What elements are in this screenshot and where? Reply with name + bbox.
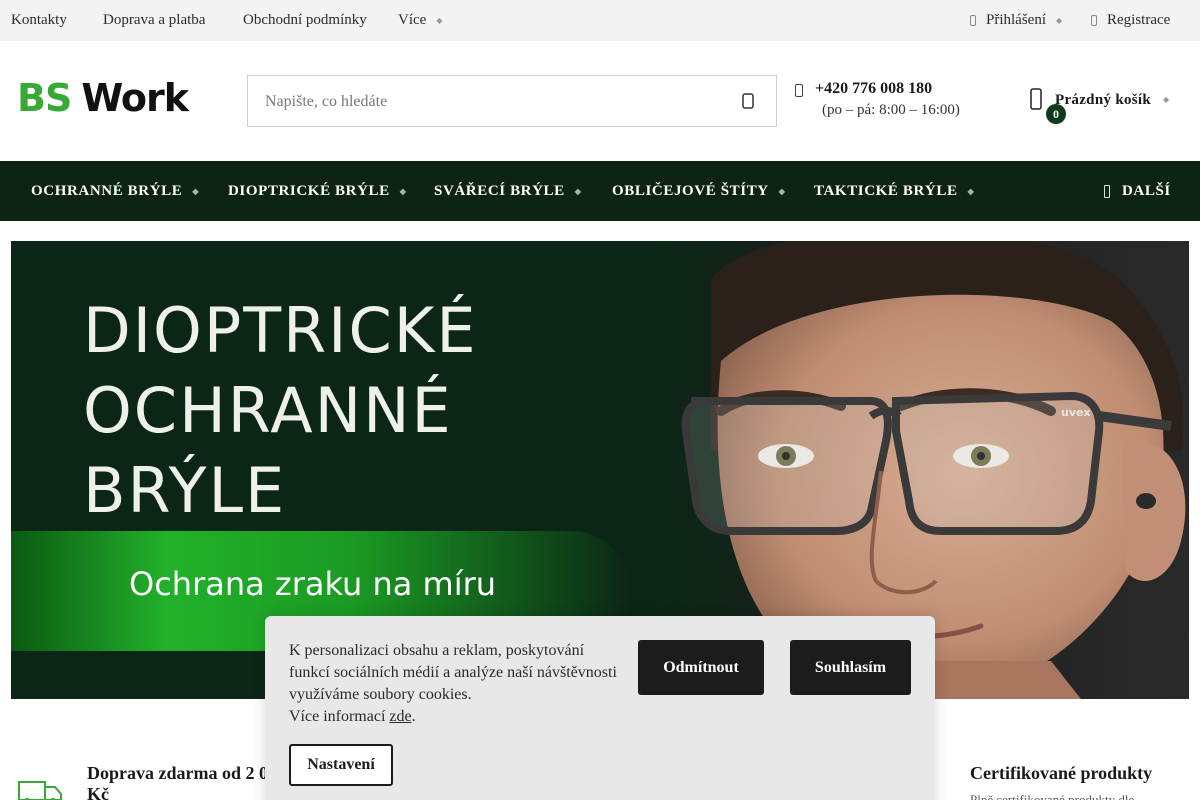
nav-item-oblicejove-stity[interactable]: OBLIČEJOVÉ ŠTÍTY ◆ [612,161,786,221]
nav-item-label: TAKTICKÉ BRÝLE [814,183,958,199]
topbar-link-podminky[interactable]: Obchodní podmínky [243,0,367,41]
glasses-brand-label: uvex [1061,406,1091,419]
cart-label[interactable]: Prázdný košík [1055,92,1151,109]
chevron-down-icon: ◆ [778,186,786,196]
logo-bs: BS [17,76,72,120]
chevron-down-icon: ◆ [436,16,443,26]
cookie-settings-button[interactable]: Nastavení [289,744,393,786]
register-link[interactable]: Registrace [1091,0,1170,41]
cookie-text-block: K personalizaci obsahu a reklam, poskyto… [289,642,617,725]
phone-icon [795,84,803,97]
chevron-down-icon: ◆ [967,186,975,196]
chevron-down-icon: ◆ [399,186,407,196]
nav-item-takticke-bryle[interactable]: TAKTICKÉ BRÝLE ◆ [814,161,974,221]
nav-item-dioptricke-bryle[interactable]: DIOPTRICKÉ BRÝLE ◆ [228,161,406,221]
nav-item-label: DIOPTRICKÉ BRÝLE [228,183,390,199]
chevron-down-icon: ◆ [192,186,200,196]
banner-subtitle: Ochrana zraku na míru [129,565,497,603]
delivery-truck-icon [17,776,63,800]
topbar-more-menu[interactable]: Více ◆ [398,0,442,41]
cookie-text: K personalizaci obsahu a reklam, poskyto… [289,642,617,703]
nav-item-label: SVÁŘECÍ BRÝLE [434,183,565,199]
nav-item-label: OBLIČEJOVÉ ŠTÍTY [612,183,769,199]
phone-number[interactable]: +420 776 008 180 [815,80,932,98]
cookie-consent-bar: K personalizaci obsahu a reklam, poskyto… [265,616,935,800]
cookie-more-info-link[interactable]: zde [389,708,411,725]
top-bar: Kontakty Doprava a platba Obchodní podmí… [0,0,1200,41]
cart-icon[interactable] [1030,88,1042,110]
nav-more-label: DALŠÍ [1122,183,1171,199]
topbar-more-label: Více [398,12,427,28]
login-label: Přihlášení [986,12,1046,28]
benefit-free-shipping: Doprava zdarma od 2 000 Kč [87,763,286,800]
nav-item-svareci-bryle[interactable]: SVÁŘECÍ BRÝLE ◆ [434,161,582,221]
opening-hours: (po – pá: 8:00 – 16:00) [822,102,960,118]
user-icon [970,15,976,27]
chevron-down-icon: ◆ [1056,16,1063,26]
chevron-down-icon: ◆ [1163,95,1170,104]
benefit-certified-description: Plně certifikované produkty dle [970,792,1135,800]
register-icon [1091,15,1097,27]
logo-work: Work [81,76,189,120]
search-icon[interactable] [742,93,754,109]
register-label: Registrace [1107,12,1171,28]
benefit-certified-products: Certifikované produkty [970,763,1153,783]
chevron-down-icon: ◆ [574,186,582,196]
search-box [247,75,777,127]
nav-item-ochranne-bryle[interactable]: OCHRANNÉ BRÝLE ◆ [31,161,199,221]
search-input[interactable] [265,88,705,116]
nav-more-button[interactable]: DALŠÍ [1104,161,1171,221]
main-navigation: OCHRANNÉ BRÝLE ◆ DIOPTRICKÉ BRÝLE ◆ SVÁŘEC… [0,161,1200,221]
cookie-more-info-label: Více informací [289,708,386,725]
cookie-accept-button[interactable]: Souhlasím [790,640,911,695]
logo[interactable]: BS Work [17,76,189,120]
cookie-decline-button[interactable]: Odmítnout [638,640,764,695]
topbar-link-doprava[interactable]: Doprava a platba [103,0,205,41]
login-link[interactable]: Přihlášení ◆ [970,0,1062,41]
topbar-link-kontakty[interactable]: Kontakty [11,0,67,41]
nav-item-label: OCHRANNÉ BRÝLE [31,183,183,199]
banner-title: DIOPTRICKÉ OCHRANNÉ BRÝLE [83,294,478,527]
menu-icon [1104,185,1110,199]
